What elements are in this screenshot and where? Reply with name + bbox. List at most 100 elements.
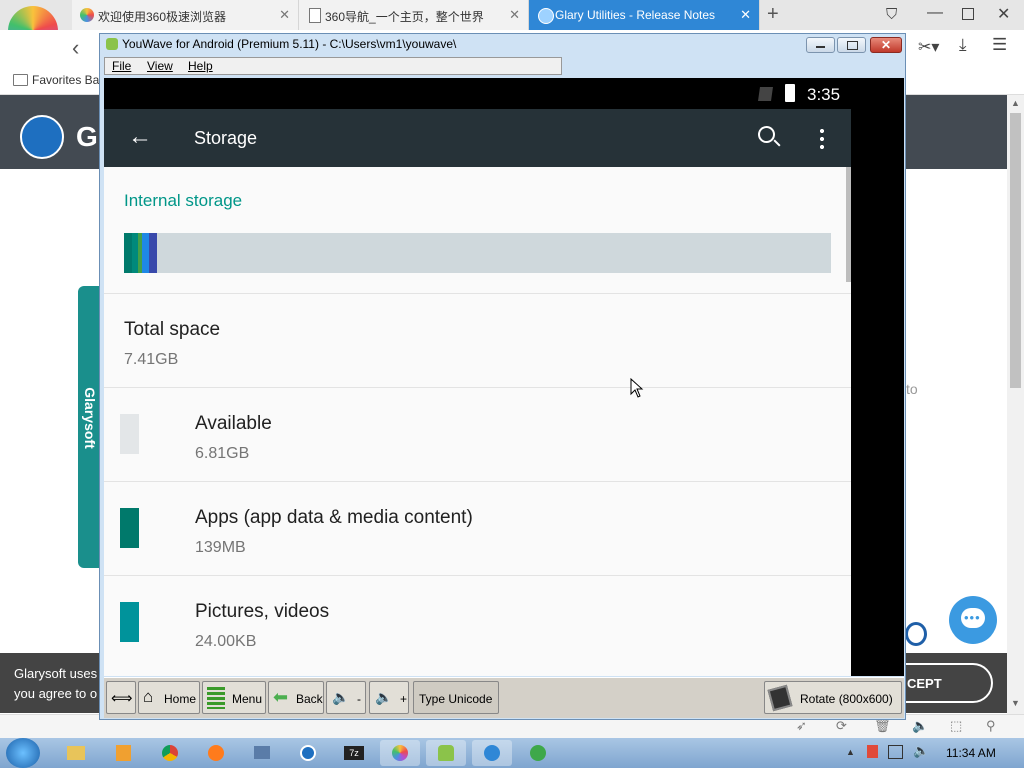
tab-close-icon[interactable]: ✕	[279, 8, 290, 21]
tray-volume-icon[interactable]: 🔈	[913, 743, 929, 759]
tab-title: 360导航_一个主页，整个世界	[325, 10, 484, 24]
tab-close-icon[interactable]: ✕	[740, 8, 751, 21]
green-back-arrow-icon: ⬅	[273, 687, 289, 707]
taskbar-chrome-icon[interactable]	[150, 740, 190, 766]
volume-down-button[interactable]: 🔈 -	[326, 681, 366, 714]
tray-network-icon[interactable]	[888, 745, 903, 759]
taskbar-explorer-icon[interactable]	[56, 740, 96, 766]
android-icon	[438, 745, 454, 761]
tray-flag-icon[interactable]	[867, 745, 878, 758]
chat-bubble-button[interactable]: •••	[949, 596, 997, 644]
tab-title: 欢迎使用360极速浏览器	[98, 10, 227, 24]
search-handle	[773, 139, 781, 147]
rocket-icon[interactable]: ➶	[796, 718, 807, 734]
menu-view[interactable]: View	[147, 59, 173, 73]
menu-button[interactable]: Menu	[202, 681, 266, 714]
app-bar: ← Storage	[104, 109, 851, 167]
overflow-menu-icon[interactable]	[820, 127, 824, 149]
yw-close-button[interactable]: ✕	[870, 37, 902, 53]
mouse-cursor-icon	[630, 378, 644, 398]
storage-item-row[interactable]: Pictures, videos 24.00KB	[104, 575, 851, 669]
glarysoft-logo-icon[interactable]	[20, 115, 64, 159]
speaker-icon[interactable]: 🔈	[912, 718, 928, 734]
storage-item-row[interactable]: Available 6.81GB	[104, 387, 851, 481]
yw-maximize-button[interactable]	[837, 37, 866, 53]
partial-page-text: to	[906, 381, 918, 397]
taskbar-android-icon[interactable]	[426, 740, 466, 766]
category-color-swatch	[120, 508, 139, 548]
trash-icon[interactable]: 🗑	[874, 718, 891, 734]
scrollbar-thumb[interactable]	[1010, 113, 1021, 388]
status-clock: 3:35	[807, 85, 841, 104]
scroll-up-icon[interactable]: ▲	[1011, 98, 1020, 108]
youwave-menubar: File View Help	[104, 57, 562, 75]
back-arrow-icon[interactable]: ‹	[72, 35, 79, 61]
storage-item-row[interactable]: Apps (app data & media content) 139MB	[104, 481, 851, 575]
glary-favicon-icon	[538, 8, 554, 24]
network-icon	[254, 746, 270, 759]
taskbar-360-browser-icon[interactable]	[380, 740, 420, 766]
firefox-icon	[208, 745, 224, 761]
home-button[interactable]: ⌂ Home	[138, 681, 200, 714]
zoom-icon[interactable]: ⚲	[986, 718, 996, 734]
yw-minimize-button[interactable]	[806, 37, 835, 53]
taskbar-glary-icon[interactable]	[288, 740, 328, 766]
favorites-label[interactable]: Favorites Bar	[32, 73, 103, 87]
speaker-icon: 🔈	[375, 689, 393, 705]
taskbar-firefox-icon[interactable]	[196, 740, 236, 766]
tray-expand-icon[interactable]: ▲	[846, 747, 855, 757]
close-window-icon[interactable]: ✕	[997, 4, 1010, 24]
restore-icon[interactable]	[962, 8, 974, 20]
side-tab-label: Glarysoft	[82, 387, 98, 449]
tab-title: Glary Utilities - Release Notes	[555, 8, 716, 22]
tab-360-nav[interactable]: 360导航_一个主页，整个世界 ✕	[299, 0, 529, 30]
shirt-icon[interactable]: ⛉	[886, 6, 897, 23]
taskbar-network-icon[interactable]	[242, 740, 282, 766]
no-sim-icon	[758, 87, 773, 101]
usage-segment	[149, 233, 157, 273]
type-unicode-button[interactable]: Type Unicode	[413, 681, 499, 714]
window-icon[interactable]: ⬚	[950, 718, 962, 734]
hamburger-menu-icon[interactable]: ☰	[992, 35, 1007, 55]
tab-close-icon[interactable]: ✕	[509, 8, 520, 21]
maximize-icon	[847, 41, 858, 50]
total-space-value: 7.41GB	[124, 351, 179, 368]
new-tab-icon[interactable]: +	[767, 3, 779, 26]
resize-arrows-icon: ⟺	[111, 690, 133, 707]
battery-icon	[785, 84, 795, 102]
storage-item-value: 139MB	[195, 539, 246, 556]
tab-glary-release-notes[interactable]: Glary Utilities - Release Notes ✕	[529, 0, 760, 30]
back-arrow-icon[interactable]: ←	[128, 123, 152, 151]
back-label: Back	[296, 692, 323, 706]
scissors-icon[interactable]: ✂▾	[918, 37, 939, 57]
tray-clock[interactable]: 11:34 AM	[946, 746, 996, 760]
resize-button[interactable]: ⟺	[106, 681, 136, 714]
list-scroll-indicator	[846, 167, 851, 282]
cookie-text-line1: Glarysoft uses	[14, 666, 98, 681]
volume-up-label: +	[400, 692, 408, 706]
menu-help[interactable]: Help	[188, 59, 213, 73]
refresh-icon[interactable]: ⟳	[836, 718, 847, 734]
download-icon[interactable]: ⤓	[959, 35, 967, 55]
page-scrollbar[interactable]: ▲ ▼	[1007, 95, 1024, 714]
minimize-icon[interactable]: —	[927, 4, 943, 22]
total-space-row: Total space 7.41GB	[104, 293, 851, 387]
folder-icon	[67, 746, 85, 760]
scroll-down-icon[interactable]: ▼	[1011, 698, 1020, 708]
back-button[interactable]: ⬅ Back	[268, 681, 324, 714]
menu-file[interactable]: File	[112, 59, 131, 73]
android-emulator-screen[interactable]: 3:35 ← Storage Internal storage Total sp…	[104, 78, 904, 676]
partial-badge-icon	[905, 622, 927, 646]
start-button-icon[interactable]	[6, 738, 40, 768]
storage-list: Internal storage Total space 7.41GB Avai…	[104, 167, 851, 676]
taskbar-player-icon[interactable]	[518, 740, 558, 766]
taskbar-7zip-icon[interactable]: 7z	[334, 740, 374, 766]
android-status-bar: 3:35	[104, 78, 904, 108]
taskbar-glary-utilities-icon[interactable]	[472, 740, 512, 766]
youwave-window-title: YouWave for Android (Premium 5.11) - C:\…	[122, 37, 457, 51]
volume-up-button[interactable]: 🔈 +	[369, 681, 409, 714]
taskbar-media-icon[interactable]	[104, 740, 144, 766]
accept-label: CEPT	[907, 676, 942, 691]
tab-welcome[interactable]: 欢迎使用360极速浏览器 ✕	[72, 0, 299, 30]
rotate-button[interactable]: Rotate (800x600)	[764, 681, 902, 714]
